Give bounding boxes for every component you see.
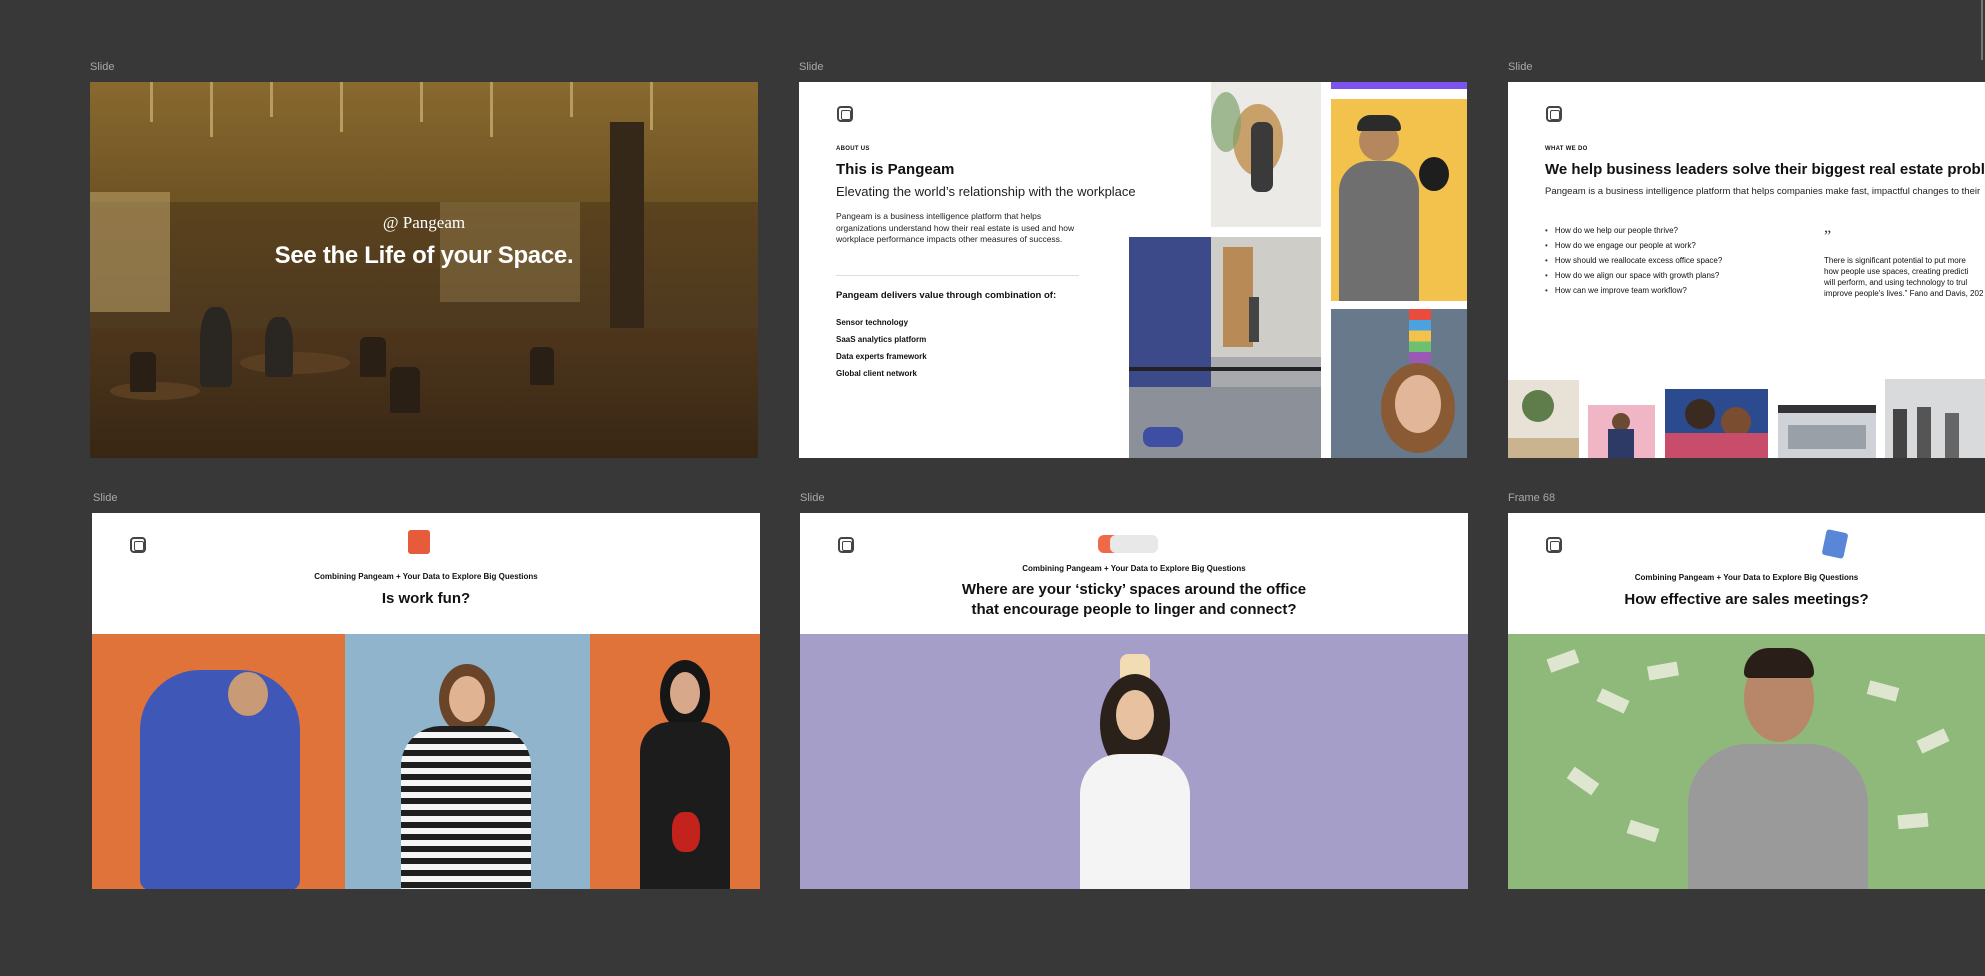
photo-panel [1508,634,1985,889]
photo-thumb-person-pink [1588,405,1655,458]
quote-mark-icon: ” [1824,228,1832,245]
photo-woman-red-bear [590,634,760,889]
frame-label[interactable]: Slide [90,61,114,73]
photo-man-with-bird [1331,99,1467,301]
brand-logo: @ Pangeam [382,213,466,232]
slide-is-work-fun[interactable]: Combining Pangeam + Your Data to Explore… [92,513,760,889]
question-line: Where are your ‘sticky’ spaces around th… [961,581,1307,598]
photo-thumb-people-laughing [1665,389,1768,458]
image-overlay [90,82,758,458]
slide-what-we-do[interactable]: WHAT WE DO We help business leaders solv… [1508,82,1985,458]
photo-panel [92,634,760,889]
pangeam-logo-icon [130,537,146,553]
slide-question: Where are your ‘sticky’ spaces around th… [800,580,1468,620]
list-item: Global client network [836,369,917,378]
frame-label[interactable]: Slide [1508,61,1532,73]
slide-question: How effective are sales meetings? [1624,591,1869,608]
photo-woman-striped-shirt [345,634,590,889]
list-item: How do we help our people thrive? [1545,223,1722,238]
slide-question: Is work fun? [381,590,471,607]
value-list: Sensor technology SaaS analytics platfor… [836,314,927,382]
calendar-icon [408,530,430,554]
slide-sticky-spaces[interactable]: Combining Pangeam + Your Data to Explore… [800,513,1468,889]
list-item: SaaS analytics platform [836,335,927,344]
pangeam-logo-icon [838,537,854,553]
photo-thumb-lobby [1778,405,1876,458]
question-line: that encourage people to linger and conn… [971,601,1297,618]
list-item: How do we engage our people at work? [1545,238,1722,253]
question-list: How do we help our people thrive? How do… [1545,223,1723,298]
canvas-scrollbar[interactable] [1981,0,1983,60]
photo-man-in-poncho [92,634,345,889]
slide-header: Combining Pangeam + Your Data to Explore… [800,513,1468,634]
photo-thumb-office [1885,379,1985,458]
frame-label[interactable]: Slide [800,492,824,504]
list-item: Sensor technology [836,318,909,327]
pangeam-logo-icon [1546,106,1562,122]
photo-woman-with-blocks [1331,309,1467,458]
photo-office-atrium [1129,237,1321,458]
cover-title: See the Life of your Space. [274,242,574,269]
slide-kicker: Combining Pangeam + Your Data to Explore… [1634,573,1859,582]
quote-line: There is significant potential to put mo… [1824,256,1966,265]
slide-kicker: Combining Pangeam + Your Data to Explore… [1022,564,1246,573]
list-item: How can we improve team workflow? [1545,283,1722,298]
slide-body: Pangeam is a business intelligence platf… [836,211,1075,244]
slide-title: We help business leaders solve their big… [1545,161,1985,178]
list-item: How should we reallocate excess office s… [1545,253,1723,268]
section-eyebrow: WHAT WE DO [1545,146,1588,152]
slide-sales-meetings[interactable]: Combining Pangeam + Your Data to Explore… [1508,513,1985,889]
slide-subtitle: Elevating the world’s relationship with … [836,184,1136,199]
slide-subtitle: Pangeam is a business intelligence platf… [1545,186,1981,197]
frame-label[interactable]: Slide [93,492,117,504]
pangeam-logo-icon [1546,537,1562,553]
slide-kicker: Combining Pangeam + Your Data to Explore… [314,572,538,581]
slide-header: Combining Pangeam + Your Data to Explore… [1508,513,1985,634]
value-lead: Pangeam delivers value through combinati… [836,290,1057,301]
slide-header: Combining Pangeam + Your Data to Explore… [92,513,760,634]
slide-cover[interactable]: @ Pangeam See the Life of your Space. [90,82,758,458]
quote-text: There is significant potential to put mo… [1824,255,1985,299]
frame-label[interactable]: Frame 68 [1508,492,1555,504]
list-item: Data experts framework [836,352,927,361]
photo-panel [800,634,1468,889]
frame-label[interactable]: Slide [799,61,823,73]
list-item: How do we align our space with growth pl… [1545,268,1722,283]
pangeam-logo-icon [837,106,853,122]
accent-bar [1331,82,1467,89]
section-eyebrow: ABOUT US [836,146,870,152]
tablet-icon [1821,528,1849,560]
divider [836,275,1079,276]
photo-woman-with-toast [1040,634,1230,889]
photo-man-money-rain [1508,634,1985,889]
quote-line: improve people's lives.” Fano and Davis,… [1824,289,1984,298]
photo-hanging-chair [1211,82,1321,227]
slide-about[interactable]: ABOUT US This is Pangeam Elevating the w… [799,82,1467,458]
slide-title: This is Pangeam [836,161,955,178]
quote-line: how people use spaces, creating predicti [1824,267,1969,276]
quote-line: will perform, and using technology to tr… [1824,278,1968,287]
sofa-icon [1098,535,1158,553]
photo-thumb-plants [1508,380,1579,458]
